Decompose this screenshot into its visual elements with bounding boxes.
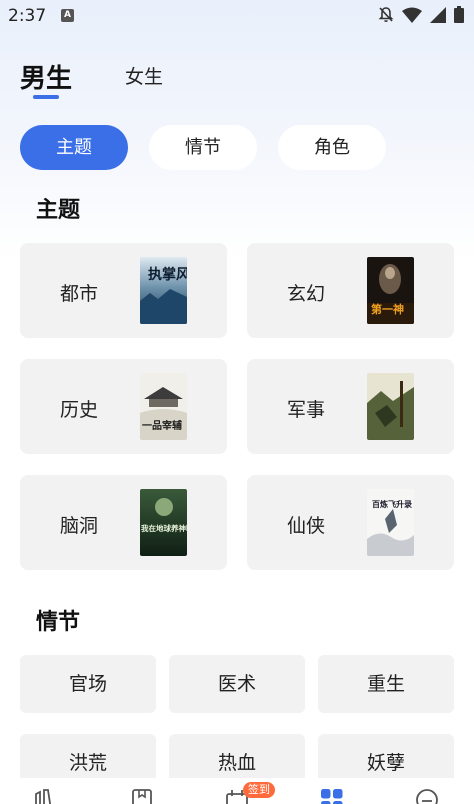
book-cover-image: 百炼飞升录	[367, 489, 414, 556]
filter-pill-role[interactable]: 角色	[278, 125, 386, 170]
section-title-plot: 情节	[36, 610, 81, 635]
book-cover-image	[367, 373, 414, 440]
battery-icon	[454, 6, 464, 23]
profile-icon[interactable]	[415, 788, 439, 804]
book-cover-image: 第一神	[367, 257, 414, 324]
theme-card-label: 玄幻	[287, 283, 326, 305]
book-cover-image: 执掌风云	[140, 257, 187, 324]
theme-card-urban[interactable]: 都市 执掌风云	[20, 243, 227, 338]
tab-female[interactable]: 女生	[125, 62, 163, 89]
theme-card-history[interactable]: 历史 一品宰辅	[20, 359, 227, 454]
cover-title-text: 百炼飞升录	[372, 499, 412, 509]
section-title-theme: 主题	[36, 198, 81, 223]
filter-pill-theme[interactable]: 主题	[20, 125, 128, 170]
bottom-nav	[0, 778, 474, 804]
cover-title-text: 第一神	[371, 302, 404, 316]
cover-title-text: 执掌风云	[148, 266, 187, 283]
theme-card-fantasy[interactable]: 玄幻 第一神	[247, 243, 454, 338]
wifi-icon	[402, 7, 422, 23]
theme-card-label: 脑洞	[60, 515, 99, 537]
theme-card-label: 军事	[287, 399, 326, 421]
status-bar: 2:37 A	[0, 0, 474, 34]
cover-title-text: 一品宰辅	[142, 419, 182, 432]
plot-chip-rebirth[interactable]: 重生	[318, 655, 454, 713]
theme-card-military[interactable]: 军事	[247, 359, 454, 454]
book-cover-image: 我在地球养神明	[140, 489, 187, 556]
tab-male[interactable]: 男生	[20, 58, 72, 95]
signal-icon	[430, 6, 446, 23]
bookstore-icon[interactable]	[131, 788, 153, 804]
status-time: 2:37	[8, 6, 47, 26]
plot-chip-officialdom[interactable]: 官场	[20, 655, 156, 713]
active-tab-indicator	[33, 95, 59, 99]
book-cover-image: 一品宰辅	[140, 373, 187, 440]
checkin-badge: 签到	[243, 782, 275, 798]
notifications-off-icon	[378, 6, 394, 23]
filter-pill-plot[interactable]: 情节	[149, 125, 257, 170]
plot-chip-medicine[interactable]: 医术	[169, 655, 305, 713]
theme-card-label: 历史	[60, 399, 99, 421]
theme-card-imagination[interactable]: 脑洞 我在地球养神明	[20, 475, 227, 570]
category-icon[interactable]	[320, 788, 344, 804]
theme-card-label: 仙侠	[287, 515, 326, 537]
cover-title-text: 我在地球养神明	[141, 523, 187, 533]
theme-card-label: 都市	[60, 283, 99, 305]
notification-letter-icon: A	[61, 9, 74, 22]
bookshelf-icon[interactable]	[33, 788, 59, 804]
theme-card-xianxia[interactable]: 仙侠 百炼飞升录	[247, 475, 454, 570]
